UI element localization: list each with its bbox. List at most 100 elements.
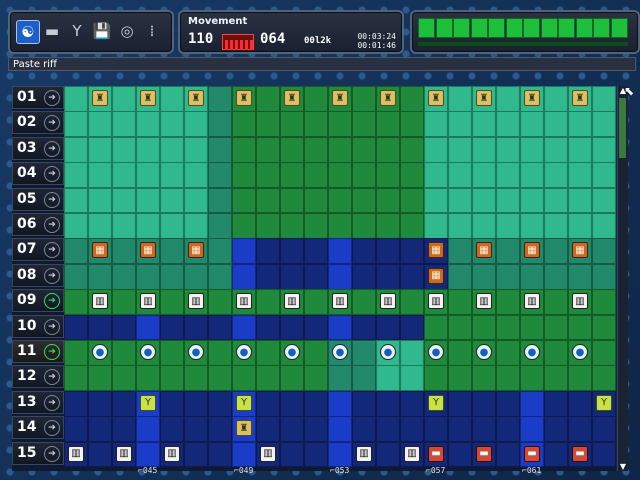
grid-cell[interactable] <box>376 263 400 290</box>
grid-cell[interactable] <box>304 365 328 392</box>
grid-cell[interactable] <box>352 187 376 214</box>
synth-icon[interactable]: ▬ <box>572 445 588 462</box>
grid-cell[interactable] <box>448 238 472 265</box>
drum-icon[interactable]: ▦ <box>140 242 156 259</box>
grid-cell[interactable] <box>328 238 352 265</box>
grid-cell[interactable] <box>376 162 400 189</box>
grid-cell[interactable] <box>376 136 400 163</box>
grid-cell[interactable] <box>448 416 472 443</box>
piano-icon[interactable]: ▥ <box>236 293 252 310</box>
grid-cell[interactable] <box>328 162 352 189</box>
grid-cell[interactable] <box>88 365 112 392</box>
grid-cell[interactable] <box>304 390 328 417</box>
grid-cell[interactable] <box>112 340 136 366</box>
grid-cell[interactable] <box>208 314 232 341</box>
grid-cell[interactable] <box>376 187 400 214</box>
grid-cell[interactable] <box>304 416 328 443</box>
piano-icon[interactable]: ▥ <box>404 445 420 462</box>
grid-cell[interactable] <box>472 390 496 417</box>
drum-icon[interactable]: ▦ <box>524 242 540 259</box>
grid-cell[interactable] <box>352 86 376 112</box>
grid-cell[interactable] <box>544 86 568 112</box>
grid-cell[interactable] <box>208 111 232 138</box>
bell-icon[interactable]: ♜ <box>236 420 252 437</box>
grid-cell[interactable] <box>568 136 592 163</box>
grid-cell[interactable] <box>184 213 208 239</box>
grid-cell[interactable] <box>64 365 88 392</box>
grid-cell[interactable] <box>520 416 544 443</box>
grid-cell[interactable] <box>232 314 256 341</box>
grid-cell[interactable] <box>184 441 208 468</box>
record-icon[interactable]: ◎ <box>116 20 138 42</box>
grid-cell[interactable] <box>568 213 592 239</box>
piano-icon[interactable]: ▥ <box>92 293 108 310</box>
grid-cell[interactable] <box>232 365 256 392</box>
grid-cell[interactable] <box>544 289 568 316</box>
grid-cell[interactable] <box>544 314 568 341</box>
grid-cell[interactable] <box>568 314 592 341</box>
grid-cell[interactable] <box>208 213 232 239</box>
row-label-03[interactable]: 03 ➔ <box>12 136 64 160</box>
grid-cell[interactable] <box>256 187 280 214</box>
grid-cell[interactable] <box>280 136 304 163</box>
grid-cell[interactable] <box>256 111 280 138</box>
grid-cell[interactable] <box>592 365 616 392</box>
row-arrow-icon[interactable]: ➔ <box>44 115 60 132</box>
grid-cell[interactable] <box>592 187 616 214</box>
grid-cell[interactable] <box>424 162 448 189</box>
grid-cell[interactable] <box>352 213 376 239</box>
synth-icon[interactable]: ▬ <box>524 445 540 462</box>
row-arrow-icon[interactable]: ➔ <box>44 166 60 183</box>
grid-cell[interactable] <box>352 289 376 316</box>
grid-cell[interactable] <box>448 390 472 417</box>
grid-cell[interactable] <box>184 416 208 443</box>
grid-cell[interactable] <box>112 187 136 214</box>
grid-cell[interactable] <box>256 86 280 112</box>
grid-cell[interactable] <box>544 365 568 392</box>
grid-cell[interactable] <box>400 263 424 290</box>
grid-cell[interactable] <box>448 162 472 189</box>
grid-cell[interactable] <box>376 441 400 468</box>
grid-cell[interactable] <box>280 314 304 341</box>
grid-cell[interactable] <box>232 187 256 214</box>
row-arrow-icon[interactable]: ➔ <box>44 318 60 335</box>
row-label-11[interactable]: 11 ➔ <box>12 340 64 363</box>
bell-icon[interactable]: ♜ <box>92 90 108 106</box>
grid-cell[interactable] <box>64 314 88 341</box>
grid-cell[interactable] <box>208 263 232 290</box>
grid-cell[interactable] <box>64 213 88 239</box>
grid-cell[interactable] <box>232 441 256 468</box>
grid-cell[interactable] <box>136 263 160 290</box>
grid-cell[interactable] <box>232 162 256 189</box>
grid-cell[interactable] <box>304 238 328 265</box>
grid-cell[interactable] <box>352 238 376 265</box>
piano-icon[interactable]: ▥ <box>572 293 588 310</box>
grid-cell[interactable] <box>472 365 496 392</box>
grid-cell[interactable] <box>328 441 352 468</box>
grid-cell[interactable] <box>64 187 88 214</box>
grid-cell[interactable] <box>304 136 328 163</box>
grid-cell[interactable] <box>160 416 184 443</box>
grid-cell[interactable] <box>184 136 208 163</box>
grid-cell[interactable] <box>184 390 208 417</box>
grid-cell[interactable] <box>304 86 328 112</box>
bell-icon[interactable]: ♜ <box>140 90 156 106</box>
grid-cell[interactable] <box>160 365 184 392</box>
grid-cell[interactable] <box>376 390 400 417</box>
grid-cell[interactable] <box>544 441 568 468</box>
row-arrow-icon[interactable]: ➔ <box>44 267 60 284</box>
row-arrow-icon[interactable]: ➔ <box>44 420 60 437</box>
grid-cell[interactable] <box>112 289 136 316</box>
grid-cell[interactable] <box>592 441 616 468</box>
row-label-10[interactable]: 10 ➔ <box>12 314 64 338</box>
grid-cell[interactable] <box>448 86 472 112</box>
grid-cell[interactable] <box>520 314 544 341</box>
grid-cell[interactable] <box>592 111 616 138</box>
grid-cell[interactable] <box>496 187 520 214</box>
grid-cell[interactable] <box>352 416 376 443</box>
grid-cell[interactable] <box>496 213 520 239</box>
grid-cell[interactable] <box>136 314 160 341</box>
grid-cell[interactable] <box>256 416 280 443</box>
grid-cell[interactable] <box>376 365 400 392</box>
grid-cell[interactable] <box>328 314 352 341</box>
